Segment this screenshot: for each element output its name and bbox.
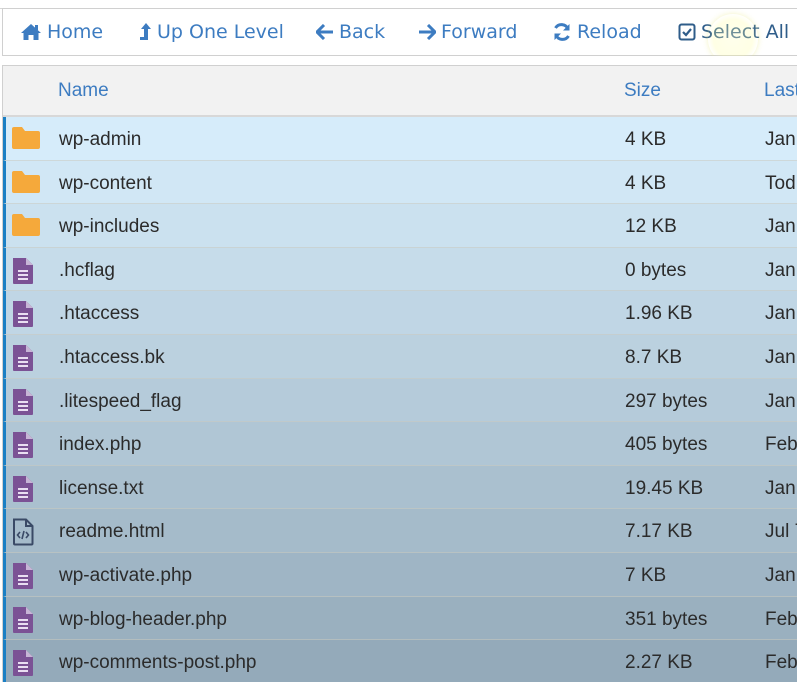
back-button[interactable]: Back: [316, 9, 385, 55]
table-row[interactable]: wp-activate.php 7 KB Jan: [3, 552, 797, 597]
forward-button[interactable]: Forward: [418, 9, 517, 55]
file-size: 19.45 KB: [625, 477, 704, 499]
folder-icon: [11, 170, 41, 200]
level-up-icon: [138, 22, 152, 42]
file-name: readme.html: [59, 521, 165, 543]
file-size: 4 KB: [625, 129, 667, 150]
table-row[interactable]: wp-admin 4 KB Jan: [3, 117, 797, 161]
up-one-level-label: Up One Level: [157, 21, 284, 43]
file-name: .litespeed_flag: [59, 390, 182, 412]
home-button[interactable]: Home: [20, 9, 103, 55]
table-row[interactable]: .hcflag 0 bytes Jan: [3, 247, 797, 292]
table-row[interactable]: wp-content 4 KB Tod: [3, 160, 797, 205]
file-last-modified: Feb: [765, 652, 797, 674]
table-row[interactable]: .htaccess.bk 8.7 KB Jan: [3, 334, 797, 379]
home-icon: [20, 23, 42, 41]
select-all-label: Select All: [701, 21, 790, 43]
file-text-icon: [11, 388, 35, 422]
select-all-button[interactable]: Select All: [678, 9, 789, 55]
file-name: .htaccess.bk: [59, 346, 165, 368]
file-size: 297 bytes: [625, 390, 708, 412]
table-row[interactable]: .litespeed_flag 297 bytes Jan: [3, 378, 797, 423]
table-row[interactable]: wp-comments-post.php 2.27 KB Feb: [3, 640, 797, 682]
table-row[interactable]: wp-includes 12 KB Jan: [3, 204, 797, 248]
file-size: 7 KB: [625, 564, 667, 586]
file-name: wp-activate.php: [59, 564, 193, 586]
file-last-modified: Jan: [765, 477, 796, 499]
file-text-icon: [11, 475, 35, 509]
file-text-icon: [11, 257, 35, 291]
file-last-modified: Feb: [765, 434, 797, 456]
reload-button[interactable]: Reload: [552, 9, 642, 55]
table-row[interactable]: license.txt 19.45 KB Jan: [3, 465, 797, 510]
file-name: .htaccess: [59, 303, 140, 325]
file-text-icon: [11, 344, 35, 378]
file-name: wp-blog-header.php: [59, 608, 227, 630]
file-last-modified: Jan: [765, 129, 796, 150]
file-last-modified: Jan: [765, 303, 796, 325]
file-text-icon: [11, 431, 35, 465]
file-text-icon: [11, 649, 35, 682]
file-name: index.php: [59, 434, 142, 456]
table-body: wp-admin 4 KB Jan wp-content 4 KB Tod wp-inclu…: [3, 117, 797, 682]
file-size: 2.27 KB: [625, 652, 693, 674]
file-last-modified: Jan: [765, 259, 796, 281]
up-one-level-button[interactable]: Up One Level: [138, 9, 284, 55]
table-row[interactable]: wp-blog-header.php 351 bytes Feb: [3, 596, 797, 641]
file-size: 4 KB: [625, 172, 667, 194]
file-text-icon: [11, 300, 35, 334]
table-row[interactable]: readme.html 7.17 KB Jul 7: [3, 509, 797, 553]
file-size: 7.17 KB: [625, 521, 693, 543]
file-size: 12 KB: [625, 216, 677, 238]
folder-icon: [11, 213, 41, 243]
table-header: Name Size Last: [3, 66, 797, 117]
home-label: Home: [47, 21, 104, 43]
column-header-last-modified[interactable]: Last: [764, 80, 797, 102]
file-text-icon: [11, 606, 35, 640]
file-size: 351 bytes: [625, 608, 708, 630]
file-name: .hcflag: [59, 259, 115, 281]
file-last-modified: Jan: [765, 564, 796, 586]
table-row[interactable]: .htaccess 1.96 KB Jan: [3, 291, 797, 335]
file-name: wp-includes: [59, 216, 160, 238]
arrow-right-icon: [418, 24, 436, 40]
file-last-modified: Jan: [765, 390, 796, 412]
file-name: wp-comments-post.php: [59, 652, 257, 674]
file-size: 1.96 KB: [625, 303, 693, 325]
forward-label: Forward: [441, 21, 518, 43]
file-size: 8.7 KB: [625, 346, 683, 368]
file-last-modified: Jan: [765, 346, 796, 368]
file-list-table: Name Size Last wp-admin 4 KB Jan wp-content…: [2, 65, 797, 682]
file-last-modified: Feb: [765, 608, 797, 630]
file-last-modified: Jul 7: [765, 521, 797, 543]
check-square-icon: [678, 23, 696, 41]
file-name: license.txt: [59, 477, 144, 499]
folder-icon: [11, 126, 41, 156]
back-label: Back: [339, 21, 386, 43]
file-code-icon: [11, 518, 35, 552]
arrow-left-icon: [316, 24, 334, 40]
file-manager-toolbar: Home Up One Level Back Forward Reload Se…: [2, 8, 797, 56]
file-text-icon: [11, 562, 35, 596]
file-size: 0 bytes: [625, 259, 687, 281]
reload-label: Reload: [577, 21, 642, 43]
file-last-modified: Jan: [765, 216, 796, 238]
table-row[interactable]: index.php 405 bytes Feb: [3, 422, 797, 466]
file-size: 405 bytes: [625, 434, 708, 456]
file-name: wp-content: [59, 172, 152, 194]
column-header-size[interactable]: Size: [624, 80, 661, 102]
file-name: wp-admin: [59, 129, 142, 150]
column-header-name[interactable]: Name: [58, 80, 109, 102]
file-last-modified: Tod: [765, 172, 796, 194]
refresh-icon: [552, 22, 572, 42]
